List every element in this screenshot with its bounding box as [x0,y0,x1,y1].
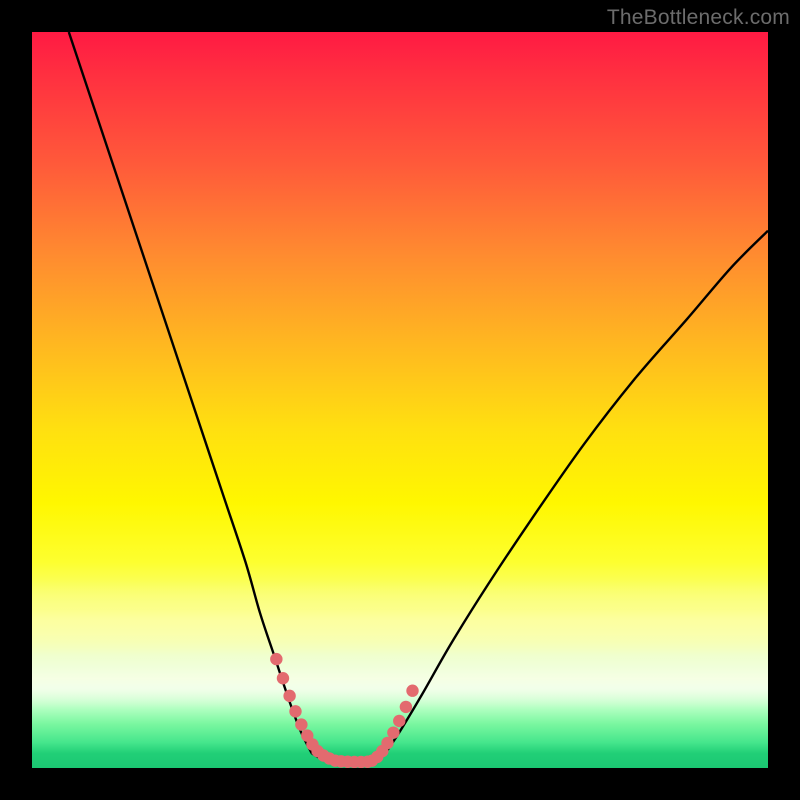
dots-right [366,685,419,767]
highlight-dot [270,653,282,665]
watermark-text: TheBottleneck.com [607,6,790,30]
highlight-dot [406,685,418,697]
highlight-dot [387,726,399,738]
highlight-dot [400,701,412,713]
curve-right [385,231,768,754]
plot-area [32,32,768,768]
outer-frame: TheBottleneck.com [0,0,800,800]
highlight-dot [277,672,289,684]
highlight-dot [295,718,307,730]
highlight-dot [289,705,301,717]
dots-left [270,653,374,768]
curves-layer [32,32,768,768]
highlight-dot [393,715,405,727]
curve-left [69,32,312,753]
highlight-dot [283,690,295,702]
